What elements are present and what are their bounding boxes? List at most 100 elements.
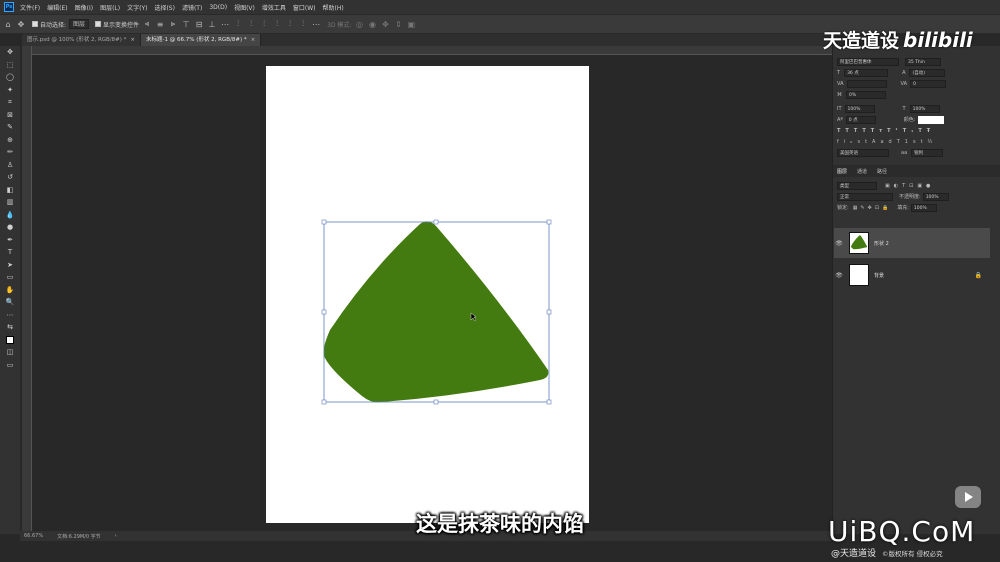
pen-tool-icon[interactable]: ✒: [0, 234, 20, 247]
color-swatch-icon[interactable]: [0, 334, 20, 347]
align-right-icon[interactable]: ⫸: [168, 19, 178, 29]
layer-background[interactable]: 👁 背景 🔒: [834, 260, 990, 290]
marquee-tool-icon[interactable]: ⬚: [0, 59, 20, 72]
stamp-tool-icon[interactable]: ♙: [0, 159, 20, 172]
lock-icons[interactable]: ▦✎✥⊡🔒: [853, 205, 892, 211]
faux-italic-icon[interactable]: T: [845, 128, 853, 134]
3d-pan-icon[interactable]: ✥: [380, 19, 390, 29]
blur-tool-icon[interactable]: 💧: [0, 209, 20, 222]
menu-help[interactable]: 帮助(H): [323, 3, 344, 12]
tab-channels[interactable]: 通道: [857, 168, 867, 175]
titling-icon[interactable]: ad: [880, 139, 896, 145]
stylistic-icon[interactable]: A: [872, 139, 880, 145]
dodge-tool-icon[interactable]: ●: [0, 221, 20, 234]
menu-view[interactable]: 视图(V): [234, 3, 255, 12]
brush-tool-icon[interactable]: ✏: [0, 146, 20, 159]
frame-tool-icon[interactable]: ⊠: [0, 109, 20, 122]
baseline-input[interactable]: 0 点: [845, 115, 876, 124]
align-bottom-icon[interactable]: ⊥: [207, 19, 217, 29]
gradient-tool-icon[interactable]: ▥: [0, 196, 20, 209]
menu-edit[interactable]: 编辑(E): [47, 3, 67, 12]
distribute-top-icon[interactable]: ⫶: [272, 19, 282, 29]
move-tool-icon[interactable]: ✥: [0, 46, 20, 59]
magic-wand-icon[interactable]: ✦: [0, 84, 20, 97]
distribute-bottom-icon[interactable]: ⫶: [298, 19, 308, 29]
menu-plugins[interactable]: 增效工具: [262, 3, 286, 12]
font-style-select[interactable]: 35 Thin: [905, 57, 941, 66]
align-middle-icon[interactable]: ⊟: [194, 19, 204, 29]
menu-type[interactable]: 文字(Y): [127, 3, 147, 12]
more-distribute-icon[interactable]: ⋯: [311, 19, 321, 29]
crop-tool-icon[interactable]: ⌗: [0, 96, 20, 109]
distribute-center-icon[interactable]: ⫶: [246, 19, 256, 29]
align-top-icon[interactable]: ⊤: [181, 19, 191, 29]
tsume-input[interactable]: 0%: [846, 90, 886, 99]
leading-input[interactable]: (自动): [909, 68, 946, 77]
more-options-icon[interactable]: ⋯: [220, 19, 230, 29]
more-tools-icon[interactable]: ⋯: [0, 309, 20, 322]
menu-filter[interactable]: 滤镜(T): [182, 3, 202, 12]
fraction-icon[interactable]: 1st: [905, 139, 928, 145]
underline-icon[interactable]: T: [918, 128, 926, 134]
ligature-icon[interactable]: fi: [837, 139, 850, 145]
tracking-input[interactable]: 0: [910, 79, 947, 88]
quick-mask-icon[interactable]: ◫: [0, 346, 20, 359]
superscript-icon[interactable]: T¹: [887, 128, 903, 134]
strikethrough-icon[interactable]: Ŧ: [927, 128, 935, 134]
swash-icon[interactable]: st: [857, 139, 872, 145]
menu-window[interactable]: 窗口(W): [293, 3, 316, 12]
document-info[interactable]: 文档:6.29M/0 字节: [57, 533, 101, 540]
tab-document-1[interactable]: 图示.psd @ 100% (形状 2, RGB/8#) * ×: [22, 34, 142, 46]
fill-input[interactable]: 100%: [910, 203, 937, 212]
healing-brush-icon[interactable]: ⊕: [0, 134, 20, 147]
hand-tool-icon[interactable]: ✋: [0, 284, 20, 297]
swap-colors-icon[interactable]: ⇆: [0, 321, 20, 334]
ordinal-icon[interactable]: T: [897, 139, 905, 145]
distribute-left-icon[interactable]: ⫶: [233, 19, 243, 29]
eyedropper-icon[interactable]: ✎: [0, 121, 20, 134]
shape-tool-icon[interactable]: ▭: [0, 271, 20, 284]
small-caps-icon[interactable]: Tт: [871, 128, 887, 134]
layer-filter-select[interactable]: 类型: [837, 181, 877, 190]
font-size-input[interactable]: 36 点: [844, 68, 889, 77]
language-select[interactable]: 美国英语: [837, 148, 889, 157]
move-tool-icon[interactable]: ✥: [16, 19, 26, 29]
close-icon[interactable]: ×: [130, 37, 135, 43]
zoom-tool-icon[interactable]: 🔍: [0, 296, 20, 309]
auto-select-dropdown[interactable]: 图层: [69, 19, 90, 29]
menu-layer[interactable]: 图层(L): [100, 3, 120, 12]
faux-bold-icon[interactable]: T: [837, 128, 845, 134]
3d-scale-icon[interactable]: ▣: [406, 19, 416, 29]
tab-document-2[interactable]: 未标题-1 @ 66.7% (形状 2, RGB/8#) * ×: [141, 34, 262, 46]
auto-select-checkbox[interactable]: 自动选择:: [32, 20, 66, 29]
menu-image[interactable]: 图像(I): [75, 3, 93, 12]
half-icon[interactable]: ½: [928, 139, 938, 145]
text-color-swatch[interactable]: [918, 115, 945, 124]
screen-mode-icon[interactable]: ▭: [0, 359, 20, 372]
align-center-icon[interactable]: ≡: [155, 19, 165, 29]
all-caps-icon[interactable]: TT: [854, 128, 871, 134]
align-left-icon[interactable]: ⫷: [142, 19, 152, 29]
opacity-input[interactable]: 100%: [922, 192, 949, 201]
history-brush-icon[interactable]: ↺: [0, 171, 20, 184]
visibility-eye-icon[interactable]: 👁: [834, 240, 844, 247]
document-canvas[interactable]: [266, 66, 589, 523]
layer-name[interactable]: 形状 2: [874, 240, 889, 247]
filter-icons[interactable]: ▣◐T⊡▣●: [885, 183, 934, 189]
layer-name[interactable]: 背景: [874, 272, 884, 279]
menu-select[interactable]: 选择(S): [154, 3, 175, 12]
menu-file[interactable]: 文件(F): [20, 3, 40, 12]
zoom-level[interactable]: 66.67%: [24, 533, 43, 539]
antialias-select[interactable]: 锐利: [911, 148, 944, 157]
horizontal-scale-input[interactable]: 100%: [909, 104, 940, 113]
close-icon[interactable]: ×: [251, 37, 256, 43]
distribute-middle-icon[interactable]: ⫶: [285, 19, 295, 29]
tab-paths[interactable]: 路径: [877, 168, 887, 175]
subscript-icon[interactable]: T₁: [903, 128, 919, 134]
lasso-tool-icon[interactable]: ◯: [0, 71, 20, 84]
distribute-right-icon[interactable]: ⫶: [259, 19, 269, 29]
tab-layers[interactable]: 图层: [837, 168, 847, 175]
show-transform-checkbox[interactable]: 显示变换控件: [95, 20, 139, 29]
font-family-select[interactable]: 阿里巴巴普惠体: [837, 57, 899, 66]
status-arrow-icon[interactable]: ›: [115, 533, 117, 539]
